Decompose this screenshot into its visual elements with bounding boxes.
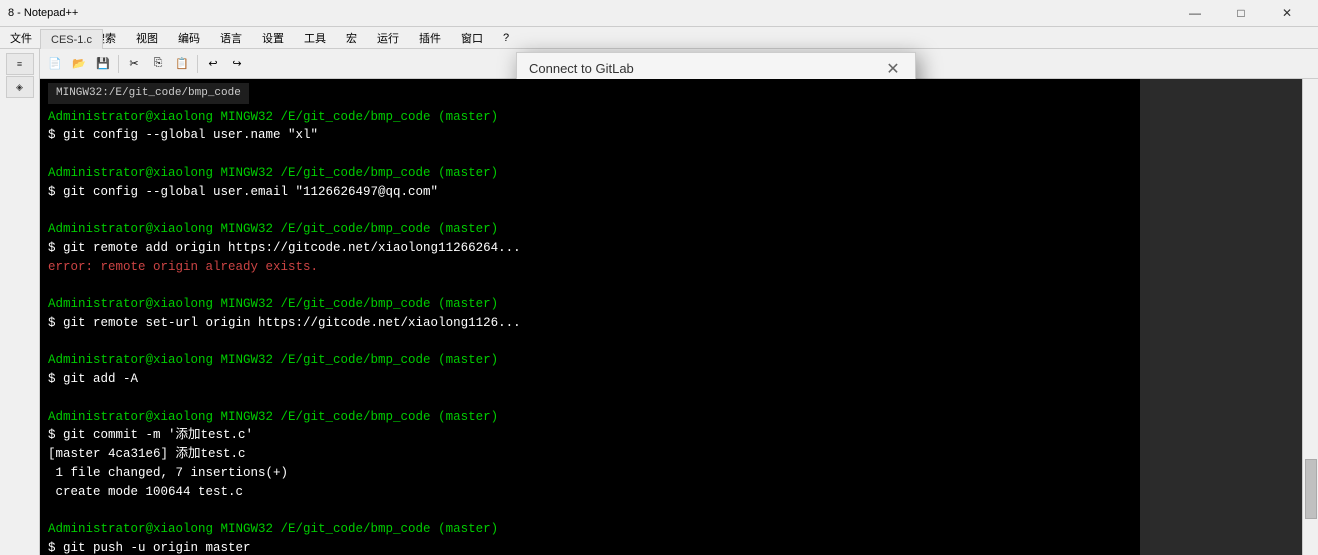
line-7: error: remote origin already exists. [48, 260, 318, 274]
line-14: [master 4ca31e6] 添加test.c [48, 447, 246, 461]
line-8: Administrator@xiaolong MINGW32 /E/git_co… [48, 297, 498, 311]
toolbar-separator-1 [118, 55, 119, 73]
line-18: $ git push -u origin master [48, 541, 251, 555]
line-6: $ git remote add origin https://gitcode.… [48, 241, 521, 255]
gitbash-tab-label: MINGW32:/E/git_code/bmp_code [56, 87, 241, 99]
side-icon-2[interactable]: ◈ [6, 76, 34, 98]
line-15: 1 file changed, 7 insertions(+) [48, 466, 288, 480]
line-11: $ git add -A [48, 372, 138, 386]
minimize-button[interactable]: — [1172, 0, 1218, 27]
toolbar-save[interactable]: 💾 [92, 53, 114, 75]
line-5: Administrator@xiaolong MINGW32 /E/git_co… [48, 222, 498, 236]
line-10: Administrator@xiaolong MINGW32 /E/git_co… [48, 353, 498, 367]
menu-tools[interactable]: 工具 [298, 29, 332, 47]
dialog-close-button[interactable]: ✕ [883, 59, 903, 79]
side-icon-1[interactable]: ≡ [6, 53, 34, 75]
toolbar-copy[interactable]: ⎘ [147, 53, 169, 75]
npp-tabs-area: CES-1.c [40, 27, 240, 49]
toolbar-cut[interactable]: ✂ [123, 53, 145, 75]
menu-window[interactable]: 窗口 [455, 29, 489, 47]
line-17: Administrator@xiaolong MINGW32 /E/git_co… [48, 522, 498, 536]
toolbar-separator-2 [197, 55, 198, 73]
maximize-button[interactable]: □ [1218, 0, 1264, 27]
notepad-titlebar: 8 - Notepad++ — □ ✕ [0, 0, 1318, 27]
right-scrollbar[interactable] [1302, 79, 1318, 555]
toolbar-redo[interactable]: ↪ [226, 53, 248, 75]
dialog-title: Connect to GitLab [529, 61, 883, 76]
npp-tab-ces[interactable]: CES-1.c [40, 29, 103, 49]
line-12: Administrator@xiaolong MINGW32 /E/git_co… [48, 410, 498, 424]
scrollbar-thumb[interactable] [1305, 459, 1317, 519]
menu-macro[interactable]: 宏 [340, 29, 363, 47]
line-4: $ git config --global user.email "112662… [48, 185, 438, 199]
menu-file[interactable]: 文件 [4, 29, 38, 47]
terminal-tab[interactable]: MINGW32:/E/git_code/bmp_code [48, 83, 249, 104]
line-1: Administrator@xiaolong MINGW32 /E/git_co… [48, 110, 498, 124]
terminal-window[interactable]: MINGW32:/E/git_code/bmp_code Administrat… [40, 79, 1140, 555]
toolbar-undo[interactable]: ↩ [202, 53, 224, 75]
line-2: $ git config --global user.name "xl" [48, 128, 318, 142]
toolbar-new[interactable]: 📄 [44, 53, 66, 75]
close-button[interactable]: ✕ [1264, 0, 1310, 27]
line-16: create mode 100644 test.c [48, 485, 243, 499]
menu-run[interactable]: 运行 [371, 29, 405, 47]
window-controls: — □ ✕ [1172, 0, 1310, 27]
menu-help[interactable]: ? [497, 31, 515, 45]
toolbar-paste[interactable]: 📋 [171, 53, 193, 75]
toolbar-open[interactable]: 📂 [68, 53, 90, 75]
menu-settings[interactable]: 设置 [256, 29, 290, 47]
line-13: $ git commit -m '添加test.c' [48, 428, 253, 442]
notepad-title: 8 - Notepad++ [8, 7, 1172, 19]
tab-label: CES-1.c [51, 34, 92, 46]
line-9: $ git remote set-url origin https://gitc… [48, 316, 521, 330]
line-3: Administrator@xiaolong MINGW32 /E/git_co… [48, 166, 498, 180]
terminal-content: MINGW32:/E/git_code/bmp_code Administrat… [40, 79, 1140, 555]
side-toolbar: ≡ ◈ [0, 49, 40, 555]
menu-plugins[interactable]: 插件 [413, 29, 447, 47]
